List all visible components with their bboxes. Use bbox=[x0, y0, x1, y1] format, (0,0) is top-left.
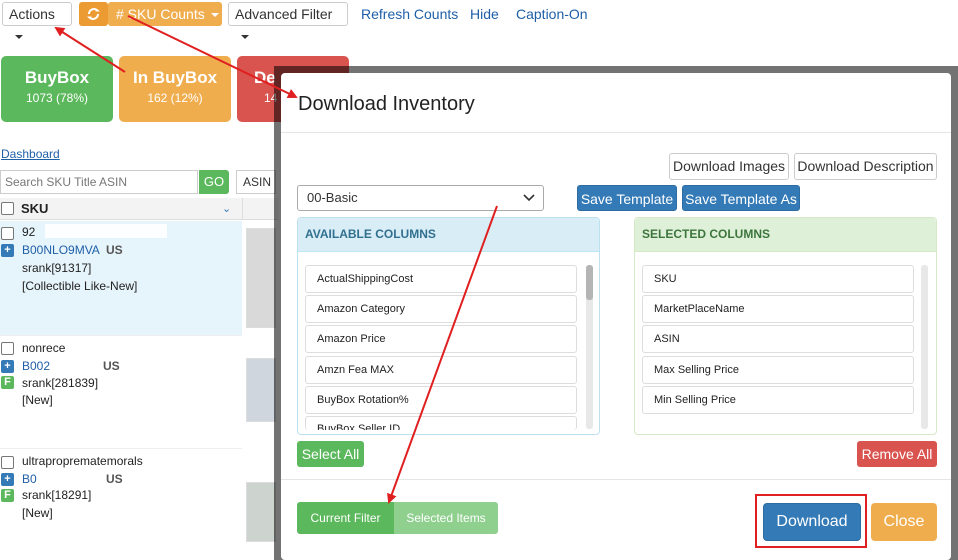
arrow-to-modal bbox=[127, 15, 298, 99]
annotation-arrows bbox=[54, 15, 498, 504]
arrow-to-current-filter bbox=[387, 205, 498, 504]
arrow-to-actions bbox=[54, 26, 126, 73]
